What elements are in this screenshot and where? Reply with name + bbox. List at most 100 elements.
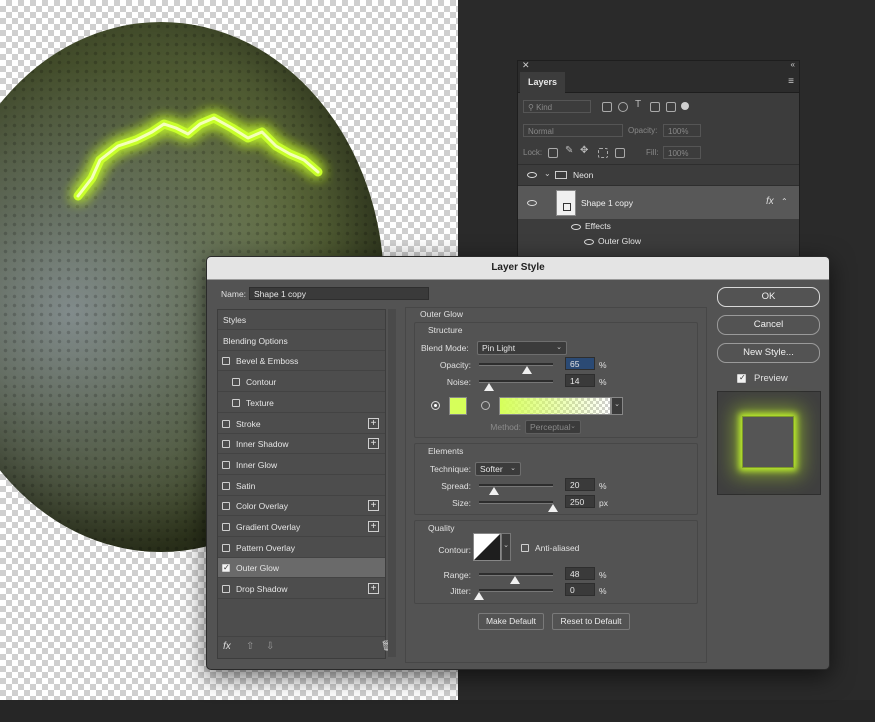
add-effect-plus-icon[interactable]: + — [368, 500, 379, 512]
contour-chevron-icon[interactable]: ⌄ — [501, 533, 511, 561]
effect-outer-glow-row[interactable]: Outer Glow — [518, 234, 799, 250]
style-item[interactable]: Gradient Overlay + — [218, 517, 385, 537]
effects-row[interactable]: Effects — [518, 219, 799, 235]
jitter-field[interactable]: 0 — [565, 583, 595, 596]
ok-button[interactable]: OK — [717, 287, 820, 307]
move-down-icon[interactable]: ⇩ — [266, 641, 274, 652]
close-panel-icon[interactable]: ✕ — [522, 60, 530, 71]
visibility-eye-icon[interactable] — [527, 172, 537, 178]
lock-paint-icon[interactable]: ✎ — [565, 145, 573, 156]
range-slider-thumb[interactable] — [509, 576, 520, 584]
layer-shape-1-copy[interactable]: Shape 1 copy fx ⌃ — [518, 185, 799, 219]
style-checkbox[interactable] — [222, 523, 230, 531]
cancel-button[interactable]: Cancel — [717, 315, 820, 335]
technique-select[interactable]: Softer ⌄ — [475, 462, 521, 476]
preview-checkbox[interactable]: ✓ — [737, 373, 746, 383]
spread-field[interactable]: 20 — [565, 478, 595, 491]
shape-filter-icon[interactable] — [650, 102, 660, 112]
style-checkbox[interactable] — [222, 440, 230, 449]
panel-menu-icon[interactable]: ≡ — [788, 76, 794, 87]
noise-field[interactable]: 14 — [565, 374, 595, 387]
style-checkbox[interactable] — [232, 378, 240, 387]
fx-icon[interactable]: fx — [766, 196, 774, 207]
opacity-slider[interactable] — [479, 363, 553, 366]
size-slider-thumb[interactable] — [548, 504, 558, 512]
add-effect-plus-icon[interactable]: + — [368, 583, 379, 595]
lock-artboard-icon[interactable] — [598, 148, 608, 158]
layer-fill-field[interactable]: 100% — [663, 146, 701, 159]
fx-menu-icon[interactable]: fx — [223, 641, 231, 652]
style-checkbox[interactable] — [222, 585, 230, 594]
pixel-filter-icon[interactable] — [602, 102, 612, 112]
solid-color-radio[interactable] — [431, 401, 440, 410]
gradient-radio[interactable] — [481, 401, 490, 410]
jitter-slider[interactable] — [479, 589, 553, 592]
chevron-down-icon[interactable]: ⌄ — [544, 169, 551, 178]
collapse-panel-icon[interactable]: « — [791, 60, 795, 69]
style-checkbox[interactable] — [222, 502, 230, 511]
tab-layers[interactable]: Layers — [520, 72, 566, 94]
glow-gradient-swatch[interactable] — [499, 397, 611, 415]
visibility-eye-icon[interactable] — [527, 200, 537, 206]
jitter-slider-thumb[interactable] — [474, 592, 484, 600]
gradient-picker-chevron-icon[interactable]: ⌄ — [611, 397, 623, 415]
effects-eye-icon[interactable] — [571, 224, 581, 230]
adjustment-filter-icon[interactable] — [618, 102, 628, 112]
layer-blend-mode[interactable]: Normal — [523, 124, 623, 137]
style-item[interactable]: Styles — [218, 310, 385, 330]
style-checkbox[interactable]: ✓ — [222, 563, 230, 573]
style-checkbox[interactable] — [222, 543, 230, 552]
method-select[interactable]: Perceptual ⌄ — [525, 420, 581, 434]
style-item[interactable]: Texture — [218, 393, 385, 413]
style-checkbox[interactable] — [222, 481, 230, 490]
chevron-up-icon[interactable]: ⌃ — [781, 197, 788, 206]
style-item[interactable]: Blending Options — [218, 331, 385, 351]
filter-toggle-icon[interactable] — [681, 102, 689, 110]
style-item[interactable]: ✓ Outer Glow — [218, 558, 385, 579]
size-field[interactable]: 250 — [565, 495, 595, 508]
style-item[interactable]: Inner Shadow + — [218, 434, 385, 455]
style-item[interactable]: Pattern Overlay — [218, 538, 385, 558]
opacity-field[interactable]: 65 — [565, 357, 595, 370]
noise-slider-thumb[interactable] — [484, 383, 495, 391]
opacity-slider-thumb[interactable] — [522, 366, 533, 374]
smart-object-filter-icon[interactable] — [666, 102, 676, 112]
outer-glow-eye-icon[interactable] — [584, 239, 594, 245]
add-effect-plus-icon[interactable]: + — [368, 521, 379, 532]
styles-scrollbar[interactable] — [388, 309, 396, 657]
style-checkbox[interactable] — [232, 398, 240, 407]
blend-mode-select[interactable]: Pin Light ⌄ — [477, 341, 567, 355]
style-item[interactable]: Drop Shadow + — [218, 579, 385, 600]
size-slider[interactable] — [479, 501, 553, 504]
add-effect-plus-icon[interactable]: + — [368, 438, 379, 450]
style-checkbox[interactable] — [222, 460, 230, 469]
style-item[interactable]: Satin — [218, 476, 385, 496]
style-item[interactable]: Bevel & Emboss — [218, 351, 385, 372]
layer-group-neon[interactable]: ⌄ Neon — [518, 164, 799, 185]
style-item[interactable]: Color Overlay + — [218, 496, 385, 517]
contour-preview[interactable] — [473, 533, 501, 561]
style-item[interactable]: Inner Glow — [218, 455, 385, 475]
move-up-icon[interactable]: ⇧ — [246, 641, 254, 652]
layer-name-field[interactable]: Shape 1 copy — [249, 287, 429, 300]
make-default-button[interactable]: Make Default — [478, 613, 544, 630]
style-item-label: Color Overlay — [236, 501, 288, 512]
style-item[interactable]: Stroke + — [218, 414, 385, 434]
lock-all-icon[interactable] — [615, 148, 625, 158]
add-effect-plus-icon[interactable]: + — [368, 417, 379, 429]
glow-color-swatch[interactable] — [449, 397, 467, 415]
spread-label: Spread: — [441, 481, 471, 491]
style-checkbox[interactable] — [222, 357, 230, 366]
spread-slider-thumb[interactable] — [488, 487, 499, 495]
new-style-button[interactable]: New Style... — [717, 343, 820, 363]
lock-move-icon[interactable]: ✥ — [580, 145, 588, 156]
lock-transparent-icon[interactable] — [548, 148, 558, 158]
reset-to-default-button[interactable]: Reset to Default — [552, 613, 630, 630]
range-field[interactable]: 48 — [565, 567, 595, 580]
style-checkbox[interactable] — [222, 419, 230, 428]
type-filter-icon[interactable]: T — [635, 99, 641, 110]
kind-filter[interactable]: ⚲ Kind — [523, 100, 591, 113]
style-item[interactable]: Contour — [218, 372, 385, 393]
anti-aliased-checkbox[interactable] — [521, 544, 529, 552]
layer-opacity-field[interactable]: 100% — [663, 124, 701, 137]
